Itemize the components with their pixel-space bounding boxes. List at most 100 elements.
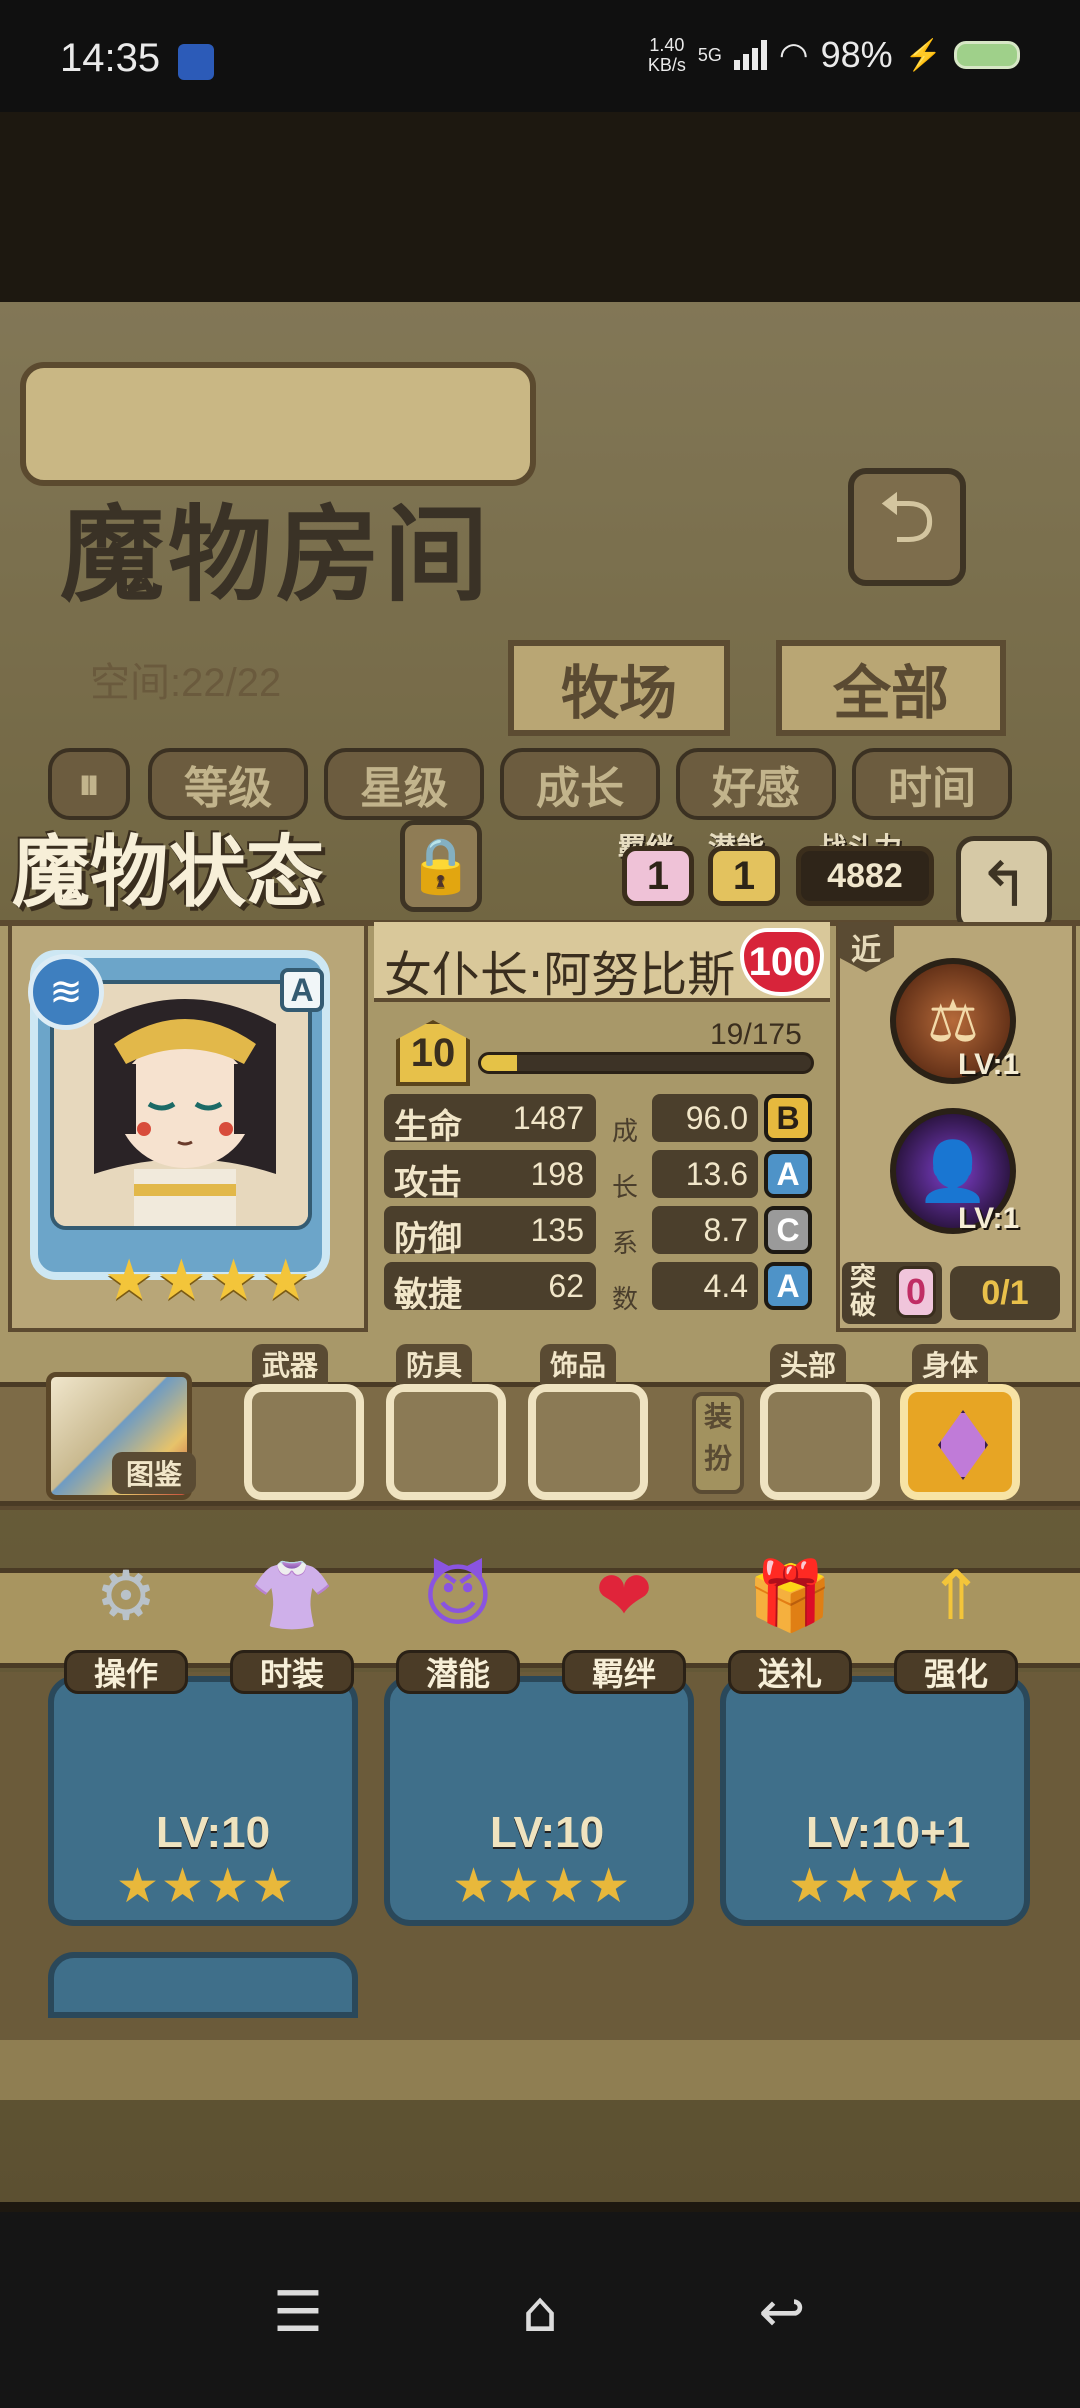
monster-name: 女仆长·阿努比斯 (384, 947, 736, 1003)
monster-card-3-level: LV:10+1 (806, 1808, 971, 1857)
gift-icon: 🎁 (747, 1557, 833, 1636)
stat-row-defense: 防御 135 (384, 1206, 596, 1259)
gear-icon: ⚙ (95, 1556, 157, 1636)
exp-bar-fill (481, 1055, 517, 1071)
tab-farm[interactable]: 牧场 (508, 640, 730, 736)
page-title: 魔物房间 (60, 493, 493, 616)
rank-badge: A (280, 968, 324, 1012)
status-bar: 14:35 1.40 KB/s 5G ◠ 98% ⚡ (0, 0, 1080, 112)
breakthrough-progress: 0/1 (950, 1266, 1060, 1320)
clock: 14:35 (60, 36, 161, 80)
room-bottom-edge (0, 2040, 1080, 2100)
breakthrough-count: 0 (896, 1266, 936, 1318)
head-slot-label: 头部 (770, 1344, 847, 1384)
demon-icon: 😈 (422, 1556, 494, 1636)
network-speed-value: 1.40 (649, 35, 685, 55)
action-operate-button[interactable]: ⚙ 操作 (60, 1538, 192, 1694)
app-notification-icon (178, 44, 214, 80)
stat-attack-label: 攻击 (394, 1163, 462, 1203)
system-nav-bar: ☰ ⌂ ↩ (0, 2212, 1080, 2408)
action-enhance-button[interactable]: ⇑ 强化 (890, 1538, 1022, 1694)
head-slot[interactable] (760, 1384, 880, 1500)
return-arrow-icon: ↰ (978, 847, 1030, 921)
back-button[interactable]: ⮌ (848, 468, 966, 586)
water-element-icon: ≋ (28, 954, 104, 1030)
monster-card-3-stars: ★★★★ (788, 1858, 969, 1914)
growth-attack: 13.6 (652, 1150, 758, 1198)
growth-char-4: 数 (612, 1285, 639, 1315)
monster-card-2-level: LV:10 (490, 1808, 605, 1857)
shadow-skill-icon: 👤 (916, 1136, 990, 1205)
title-banner (20, 362, 536, 486)
sort-time-button[interactable]: 时间 (852, 748, 1012, 820)
action-bond-label: 羁绊 (562, 1650, 686, 1694)
accessory-slot[interactable] (528, 1384, 648, 1500)
stat-hp-value: 1487 (512, 1100, 584, 1136)
stat-agility-label: 敏捷 (394, 1275, 462, 1315)
stat-row-attack: 攻击 198 (384, 1150, 596, 1203)
weapon-slot[interactable] (244, 1384, 364, 1500)
power-value: 4882 (796, 846, 934, 906)
back-nav-button[interactable]: ↩ (742, 2272, 822, 2352)
growth-hp: 96.0 (652, 1094, 758, 1142)
action-bond-button[interactable]: ❤ 羁绊 (558, 1538, 690, 1694)
growth-char-2: 长 (612, 1173, 639, 1203)
growth-defense: 8.7 (652, 1206, 758, 1254)
growth-coefficient-label: 成 长 系 数 (612, 1104, 639, 1328)
network-speed: 1.40 KB/s (648, 35, 686, 75)
stat-agility-value: 62 (548, 1268, 584, 1304)
sort-toggle-icon: ⏸ (78, 758, 100, 810)
home-nav-button[interactable]: ⌂ (500, 2272, 580, 2352)
monster-card-4[interactable] (48, 1952, 358, 2018)
grade-badge-attack: A (764, 1150, 812, 1198)
status-indicators: 1.40 KB/s 5G ◠ 98% ⚡ (648, 34, 1020, 76)
network-type: 5G (697, 44, 722, 65)
growth-char-3: 系 (612, 1229, 639, 1259)
monster-card-2-stars: ★★★★ (452, 1858, 633, 1914)
growth-char-1: 成 (612, 1117, 639, 1147)
grade-badge-agility: A (764, 1262, 812, 1310)
menu-nav-button[interactable]: ☰ (258, 2272, 338, 2352)
action-outfit-button[interactable]: 👚 时装 (226, 1538, 358, 1694)
growth-agility-value: 4.4 (703, 1268, 748, 1304)
arrows-up-icon: ⇑ (927, 1556, 985, 1636)
lock-button[interactable]: 🔒 (400, 820, 482, 912)
dressup-label: 装扮 (692, 1392, 744, 1494)
star-rating: ★★★★ (104, 1248, 313, 1313)
growth-defense-value: 8.7 (703, 1212, 748, 1248)
hearts-icon: ❤ (595, 1556, 653, 1636)
sort-affection-label: 好感 (712, 763, 800, 814)
armor-slot[interactable] (386, 1384, 506, 1500)
home-icon: ⌂ (522, 2279, 558, 2345)
grade-badge-defense: C (764, 1206, 812, 1254)
action-potential-label: 潜能 (396, 1650, 520, 1694)
sort-star-button[interactable]: 星级 (324, 748, 484, 820)
dressup-text: 装扮 (703, 1400, 732, 1475)
action-gift-button[interactable]: 🎁 送礼 (724, 1538, 856, 1694)
close-status-button[interactable]: ↰ (956, 836, 1052, 932)
grade-badge-hp: B (764, 1094, 812, 1142)
menu-icon: ☰ (272, 2279, 324, 2345)
sort-growth-button[interactable]: 成长 (500, 748, 660, 820)
stat-defense-value: 135 (530, 1212, 584, 1248)
sort-growth-label: 成长 (536, 763, 624, 814)
breakthrough-label: 突破 (850, 1263, 877, 1321)
back-icon: ↩ (758, 2279, 806, 2345)
action-enhance-label: 强化 (894, 1650, 1018, 1694)
action-operate-label: 操作 (64, 1650, 188, 1694)
sort-level-label: 等级 (184, 763, 272, 814)
sort-affection-button[interactable]: 好感 (676, 748, 836, 820)
codex-label: 图鉴 (112, 1452, 196, 1494)
growth-hp-value: 96.0 (685, 1100, 748, 1136)
armor-slot-label: 防具 (396, 1344, 473, 1384)
charging-icon: ⚡ (904, 38, 942, 72)
sort-star-label: 星级 (360, 763, 448, 814)
skill-1-level: LV:1 (958, 1048, 1020, 1081)
exp-text: 19/175 (710, 1018, 802, 1051)
growth-agility: 4.4 (652, 1262, 758, 1310)
tab-farm-label: 牧场 (560, 659, 677, 727)
action-potential-button[interactable]: 😈 潜能 (392, 1538, 524, 1694)
bond-value: 1 (622, 846, 694, 906)
tab-all[interactable]: 全部 (776, 640, 1006, 736)
action-gift-label: 送礼 (728, 1650, 852, 1694)
